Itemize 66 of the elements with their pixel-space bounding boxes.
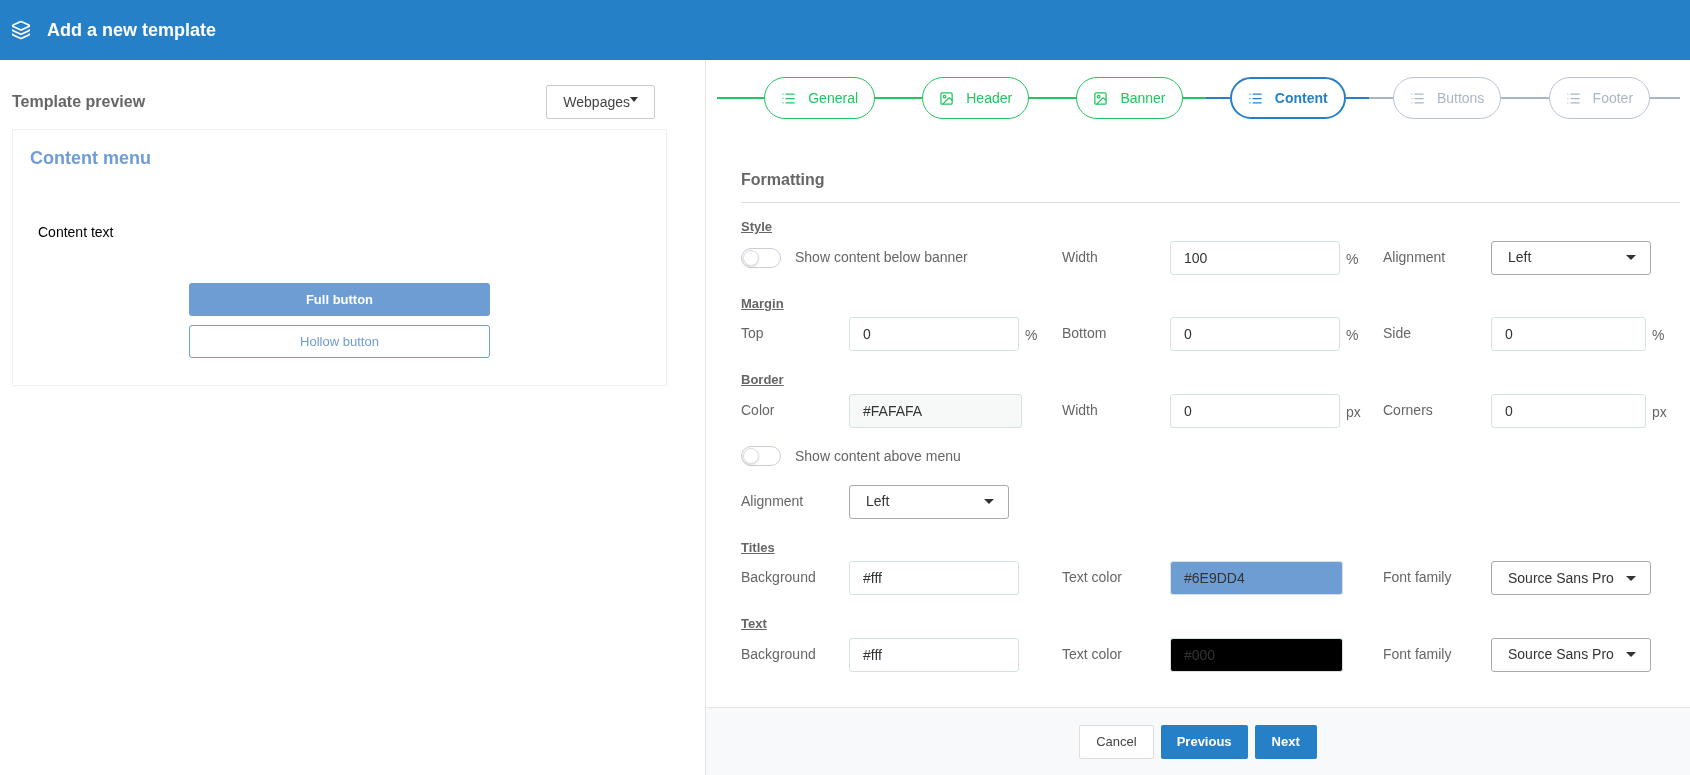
toggle-switch[interactable] — [741, 446, 781, 466]
color-field[interactable]: #FAFAFA — [849, 393, 1022, 428]
list-icon — [781, 90, 797, 106]
footer-button[interactable]: Previous — [1160, 724, 1248, 759]
field-label: Bottom — [1062, 324, 1108, 343]
input-field[interactable]: #fff — [849, 561, 1019, 595]
unit-label: px — [1346, 402, 1361, 422]
caret-icon — [1626, 255, 1636, 260]
field-label: Color — [741, 400, 776, 420]
field-label: Width — [1062, 247, 1099, 267]
group-title: Margin — [741, 294, 785, 313]
input-field[interactable]: 0 — [1170, 393, 1340, 428]
unit-label: % — [1346, 249, 1359, 269]
color-field[interactable]: #6E9DD4 — [1170, 561, 1343, 595]
field-label: Top — [741, 324, 765, 343]
section-title: Template preview — [12, 92, 146, 112]
content-menu-title: Content menu — [30, 147, 152, 170]
formatting-heading: Formatting — [741, 168, 1680, 203]
field-label: Side — [1383, 324, 1413, 343]
toggle-label: Show content above menu — [795, 446, 961, 466]
field-label: Alignment — [1383, 247, 1447, 267]
group-title: Titles — [741, 538, 776, 557]
select-dropdown[interactable]: Source Sans Pro — [1491, 561, 1651, 595]
field-label: Alignment — [741, 491, 805, 511]
unit-label: % — [1346, 326, 1359, 345]
field-label: Background — [741, 568, 817, 587]
field-label: Background — [741, 644, 817, 664]
field-label: Text color — [1062, 644, 1123, 664]
footer-button[interactable]: Cancel — [1079, 724, 1154, 759]
footer-button[interactable]: Next — [1254, 724, 1317, 759]
field-label: Font family — [1383, 644, 1453, 664]
unit-label: px — [1652, 402, 1667, 422]
caret-icon — [630, 96, 638, 102]
content-text: Content text — [38, 223, 115, 242]
list-icon — [1409, 90, 1425, 106]
input-field[interactable]: 0 — [849, 317, 1019, 351]
unit-label: % — [1025, 326, 1038, 345]
caret-icon — [984, 499, 994, 504]
input-field[interactable]: 100 — [1170, 240, 1340, 275]
select-dropdown[interactable]: Source Sans Pro — [1491, 637, 1651, 672]
step-tab[interactable]: Content — [1229, 77, 1346, 119]
group-title: Border — [741, 371, 785, 389]
field-label: Font family — [1383, 568, 1453, 587]
unit-label: % — [1652, 326, 1665, 345]
group-title: Style — [741, 218, 774, 236]
toggle-switch[interactable] — [741, 247, 781, 268]
input-field[interactable]: 0 — [1491, 393, 1646, 428]
group-title: Text — [741, 615, 768, 633]
webpages-dropdown[interactable]: Webpages — [546, 85, 655, 119]
page-title: Add a new template — [47, 18, 217, 42]
list-icon — [1565, 90, 1581, 106]
toggle-label: Show content below banner — [795, 248, 968, 267]
caret-icon — [1626, 575, 1636, 581]
input-field[interactable]: 0 — [1170, 317, 1340, 351]
select-dropdown[interactable]: Left — [1491, 240, 1651, 275]
layers-icon — [11, 20, 31, 40]
select-dropdown[interactable]: Left — [849, 484, 1009, 519]
field-label: Width — [1062, 400, 1099, 420]
input-field[interactable]: 0 — [1491, 317, 1646, 351]
field-label: Corners — [1383, 400, 1434, 420]
image-icon — [939, 90, 955, 106]
image-icon — [1093, 90, 1109, 106]
field-label: Text color — [1062, 568, 1123, 587]
list-icon — [1247, 90, 1263, 106]
input-field[interactable]: #fff — [849, 637, 1019, 672]
caret-icon — [1626, 652, 1636, 657]
